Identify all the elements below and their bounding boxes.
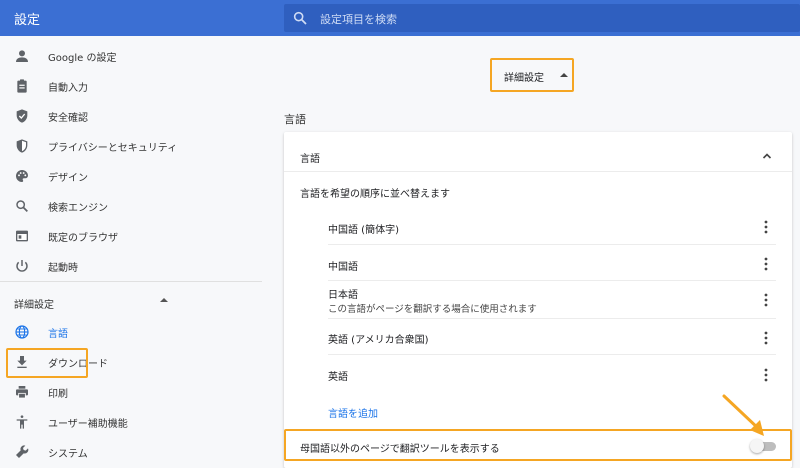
language-name: 日本語	[328, 290, 358, 301]
translate-offer-label: 母国語以外のページで翻訳ツールを表示する	[300, 444, 500, 455]
language-note: この言語がページを翻訳する場合に使用されます	[328, 304, 537, 315]
translate-offer-row[interactable]: 母国語以外のページで翻訳ツールを表示する	[284, 429, 792, 461]
sidebar-item-label: 自動入力	[48, 83, 88, 94]
top-bar: 設定	[0, 0, 800, 36]
card-title: 言語	[300, 154, 320, 165]
sidebar-item-label: 検索エンジン	[48, 203, 108, 214]
caret-up-icon	[560, 73, 568, 77]
card-divider	[284, 171, 792, 172]
sidebar-item-label: 安全確認	[48, 113, 88, 124]
shield-check-icon	[16, 109, 28, 123]
sidebar-item-downloads[interactable]: ダウンロード	[0, 347, 262, 377]
sidebar-item-label: 言語	[48, 329, 68, 340]
more-vert-icon[interactable]	[761, 292, 771, 308]
more-vert-icon[interactable]	[761, 219, 771, 235]
languages-card: 言語 言語を希望の順序に並べ替えます 中国語 (簡体字) 中国語 日本語 この言…	[284, 132, 792, 468]
language-row: 中国語 (簡体字)	[328, 209, 776, 245]
more-vert-icon[interactable]	[761, 367, 771, 383]
advanced-settings-label: 詳細設定	[504, 73, 544, 84]
sidebar-item-label: ユーザー補助機能	[48, 419, 128, 430]
chevron-up-icon[interactable]	[761, 150, 773, 162]
more-vert-icon[interactable]	[761, 256, 771, 272]
caret-up-icon[interactable]	[160, 298, 168, 302]
sidebar-item-languages[interactable]: 言語	[0, 317, 262, 347]
sidebar-item-on-startup[interactable]: 起動時	[0, 251, 262, 281]
accessibility-icon	[16, 415, 28, 429]
palette-icon	[15, 170, 28, 182]
sidebar-item-privacy[interactable]: プライバシーとセキュリティ	[0, 131, 262, 161]
search-input[interactable]	[318, 8, 622, 30]
language-row: 英語 (アメリカ合衆国)	[328, 319, 776, 355]
browser-icon	[16, 230, 28, 242]
download-icon	[17, 356, 27, 368]
sidebar-item-label: 起動時	[48, 263, 78, 274]
person-icon	[16, 50, 28, 62]
power-icon	[16, 260, 28, 272]
sidebar-item-label: Google の設定	[48, 53, 117, 64]
sidebar-item-search-engine[interactable]: 検索エンジン	[0, 191, 262, 221]
sidebar-item-appearance[interactable]: デザイン	[0, 161, 262, 191]
language-name: 英語	[328, 372, 348, 383]
sidebar-item-system[interactable]: システム	[0, 437, 262, 467]
search-box[interactable]	[284, 4, 800, 32]
language-row: 英語	[328, 355, 776, 391]
language-name: 中国語	[328, 262, 358, 273]
sidebar-advanced-header[interactable]: 詳細設定	[14, 296, 54, 311]
advanced-settings-toggle[interactable]: 詳細設定	[490, 58, 574, 92]
sidebar-item-label: 既定のブラウザ	[48, 233, 118, 244]
add-language-link[interactable]: 言語を追加	[328, 405, 378, 420]
more-vert-icon[interactable]	[761, 330, 771, 346]
sidebar-item-accessibility[interactable]: ユーザー補助機能	[0, 407, 262, 437]
search-icon	[293, 11, 307, 25]
sidebar-item-label: プライバシーとセキュリティ	[48, 143, 178, 154]
app-title: 設定	[14, 13, 41, 28]
clipboard-icon	[17, 79, 27, 93]
language-row: 日本語 この言語がページを翻訳する場合に使用されます	[328, 281, 776, 319]
sidebar: Google の設定 自動入力 安全確認 プライバシーとセキュリティ デザイン …	[0, 36, 262, 468]
sidebar-item-label: ダウンロード	[48, 359, 108, 370]
sidebar-divider	[0, 281, 262, 282]
language-name: 中国語 (簡体字)	[328, 225, 399, 236]
wrench-icon	[16, 445, 29, 458]
sidebar-item-label: 印刷	[48, 389, 68, 400]
reorder-label: 言語を希望の順序に並べ替えます	[300, 189, 450, 200]
sidebar-item-label: デザイン	[48, 173, 88, 184]
sidebar-item-printing[interactable]: 印刷	[0, 377, 262, 407]
shield-icon	[16, 139, 28, 153]
printer-icon	[16, 386, 28, 399]
sidebar-item-safety-check[interactable]: 安全確認	[0, 101, 262, 131]
sidebar-item-google[interactable]: Google の設定	[0, 41, 262, 71]
toggle-knob	[750, 439, 764, 453]
section-title: 言語	[284, 113, 306, 126]
search-icon	[16, 200, 28, 212]
language-row: 中国語	[328, 245, 776, 281]
translate-offer-toggle[interactable]	[750, 439, 776, 453]
sidebar-item-label: システム	[48, 449, 88, 460]
language-name: 英語 (アメリカ合衆国)	[328, 335, 429, 346]
sidebar-item-autofill[interactable]: 自動入力	[0, 71, 262, 101]
sidebar-item-default-browser[interactable]: 既定のブラウザ	[0, 221, 262, 251]
globe-icon	[15, 325, 29, 339]
